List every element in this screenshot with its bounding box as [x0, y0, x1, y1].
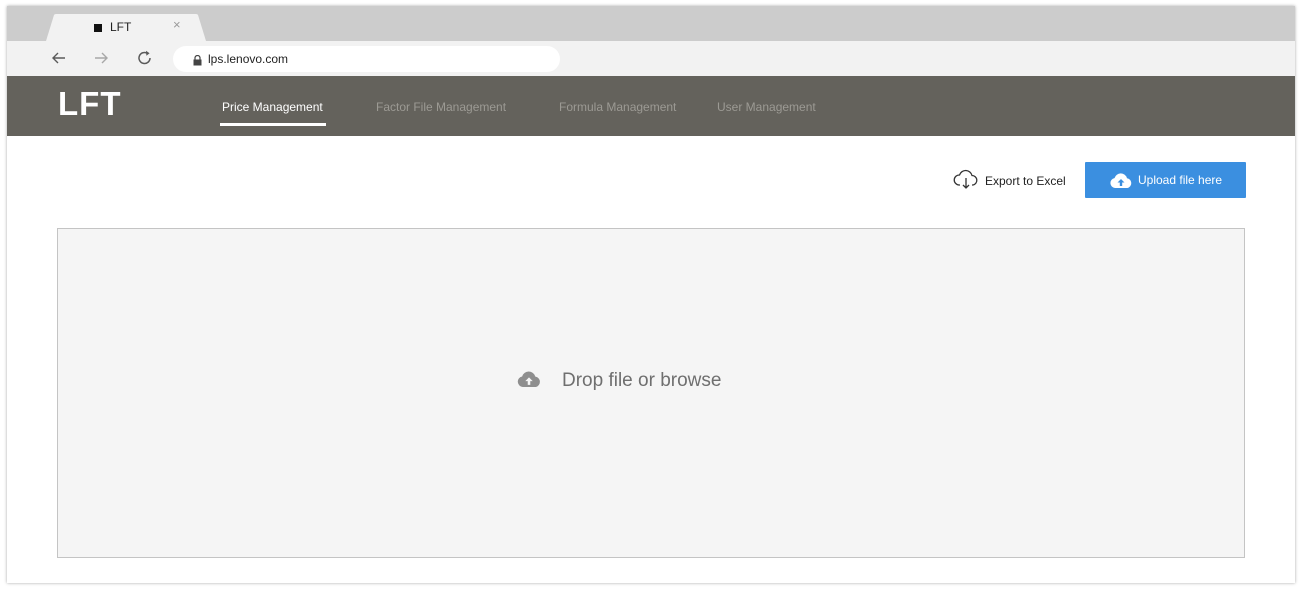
- nav-price-management[interactable]: Price Management: [222, 100, 323, 114]
- app-logo[interactable]: LFT: [58, 85, 121, 123]
- upload-file-button[interactable]: Upload file here: [1085, 162, 1246, 198]
- tab-strip: LFT ×: [7, 6, 1295, 41]
- tab-close-icon[interactable]: ×: [173, 18, 181, 32]
- upload-label: Upload file here: [1138, 173, 1223, 187]
- address-bar[interactable]: lps.lenovo.com: [173, 46, 560, 72]
- drop-zone-label[interactable]: Drop file or browse: [562, 370, 721, 392]
- active-nav-indicator: [220, 123, 326, 126]
- forward-icon[interactable]: [91, 48, 111, 68]
- favicon-icon: [94, 24, 102, 32]
- cloud-upload-icon: [1110, 173, 1132, 188]
- nav-user-management[interactable]: User Management: [717, 100, 816, 114]
- lock-icon: [193, 53, 202, 71]
- app-header: LFT Price Management Factor File Managem…: [7, 76, 1295, 136]
- browser-tab[interactable]: LFT ×: [46, 14, 206, 41]
- nav-formula-management[interactable]: Formula Management: [559, 100, 676, 114]
- cloud-upload-icon: [517, 371, 540, 387]
- file-drop-zone[interactable]: Drop file or browse: [57, 228, 1245, 558]
- export-label: Export to Excel: [985, 174, 1066, 188]
- tab-title: LFT: [110, 20, 132, 34]
- browser-window: LFT × lps.lenovo.com LFT Price Managemen…: [7, 6, 1295, 583]
- reload-icon[interactable]: [135, 48, 155, 68]
- nav-factor-file-management[interactable]: Factor File Management: [376, 100, 506, 114]
- url-text: lps.lenovo.com: [208, 52, 289, 66]
- cloud-download-icon: [953, 169, 978, 189]
- browser-toolbar: lps.lenovo.com: [7, 41, 1295, 76]
- back-icon[interactable]: [49, 48, 69, 68]
